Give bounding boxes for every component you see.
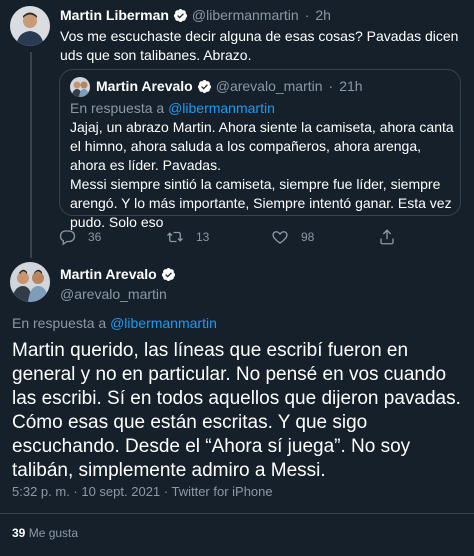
retweet-count: 13 bbox=[196, 230, 210, 244]
quoted-tweet-author-handle: @arevalo_martin bbox=[215, 78, 323, 94]
reply-count: 36 bbox=[88, 230, 102, 244]
quoted-tweet-separator: · bbox=[328, 78, 334, 94]
retweet-button[interactable]: 13 bbox=[166, 228, 209, 246]
main-tweet-reply-prefix: En respuesta a bbox=[12, 315, 107, 331]
quoted-tweet-reply-mention[interactable]: @libermanmartin bbox=[168, 100, 275, 116]
top-tweet-header: Martin Liberman @libermanmartin · 2h bbox=[60, 7, 331, 23]
reply-button[interactable]: 36 bbox=[58, 228, 101, 246]
main-tweet-avatar[interactable] bbox=[10, 262, 50, 302]
retweet-icon bbox=[166, 228, 184, 246]
main-tweet-reply-context: En respuesta a @libermanmartin bbox=[12, 315, 217, 331]
divider bbox=[0, 513, 474, 514]
main-tweet-author-name[interactable]: Martin Arevalo bbox=[60, 266, 157, 282]
quoted-tweet-card[interactable]: Martin Arevalo @arevalo_martin · 21h En … bbox=[59, 69, 461, 230]
top-tweet-separator: · bbox=[304, 7, 310, 23]
quoted-tweet-avatar bbox=[70, 77, 90, 97]
share-button[interactable] bbox=[378, 228, 396, 246]
like-count: 98 bbox=[301, 230, 315, 244]
verified-badge-icon bbox=[173, 8, 188, 23]
reply-icon bbox=[58, 228, 76, 246]
top-tweet-avatar[interactable] bbox=[10, 6, 50, 46]
main-tweet-reply-mention[interactable]: @libermanmartin bbox=[110, 315, 217, 331]
main-tweet-header: Martin Arevalo bbox=[60, 266, 176, 282]
thread-line bbox=[30, 52, 32, 258]
top-tweet-time[interactable]: 2h bbox=[315, 7, 331, 23]
main-tweet-text: Martin querido, las líneas que escribí f… bbox=[12, 340, 461, 481]
quoted-tweet-author-name: Martin Arevalo bbox=[96, 78, 193, 94]
quoted-tweet-text: Jajaj, un abrazo Martin. Ahora siente la… bbox=[70, 118, 456, 232]
quoted-tweet-time: 21h bbox=[339, 78, 363, 94]
likes-summary[interactable]: 39 Me gusta bbox=[12, 526, 78, 540]
quoted-tweet-paragraph-2: Messi siempre sintió la camiseta, siempr… bbox=[70, 176, 452, 230]
quoted-tweet-reply-context: En respuesta a @libermanmartin bbox=[70, 100, 275, 116]
likes-label: Me gusta bbox=[28, 526, 79, 540]
main-tweet-author-handle[interactable]: @arevalo_martin bbox=[60, 286, 167, 302]
quoted-tweet-reply-prefix: En respuesta a bbox=[70, 100, 165, 116]
top-tweet-author-handle[interactable]: @libermanmartin bbox=[192, 7, 299, 23]
likes-count: 39 bbox=[12, 526, 26, 540]
top-tweet-author-name[interactable]: Martin Liberman bbox=[60, 7, 169, 23]
quoted-tweet-paragraph-1: Jajaj, un abrazo Martin. Ahora siente la… bbox=[70, 119, 454, 173]
top-tweet-actions: 36 13 98 bbox=[58, 228, 468, 248]
top-tweet-text: Vos me escuchaste decir alguna de esas c… bbox=[60, 28, 459, 63]
like-button[interactable]: 98 bbox=[271, 228, 314, 246]
like-icon bbox=[271, 228, 289, 246]
verified-badge-icon bbox=[197, 79, 212, 94]
main-tweet-timestamp[interactable]: 5:32 p. m. · 10 sept. 2021 · Twitter for… bbox=[12, 484, 273, 499]
verified-badge-icon bbox=[161, 267, 176, 282]
quoted-tweet-header: Martin Arevalo @arevalo_martin · 21h bbox=[96, 78, 363, 94]
share-icon bbox=[378, 228, 396, 246]
